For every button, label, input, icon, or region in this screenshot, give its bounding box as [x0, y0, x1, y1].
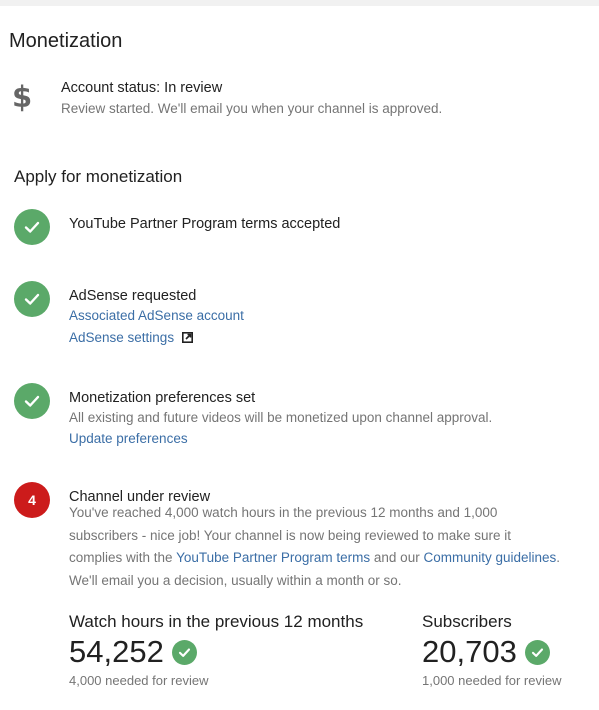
ypp-terms-link[interactable]: YouTube Partner Program terms [176, 550, 370, 565]
review-line: subscribers - nice job! Your channel is … [69, 527, 511, 543]
apply-section-title: Apply for monetization [14, 167, 183, 186]
watch-hours-label: Watch hours in the previous 12 months [69, 612, 364, 631]
subscribers-stat: Subscribers 20,703 1,000 needed for revi… [422, 612, 561, 688]
associated-adsense-account-link[interactable]: Associated AdSense account [69, 308, 244, 323]
review-description: You've reached 4,000 watch hours in the … [69, 502, 595, 592]
watch-hours-stat: Watch hours in the previous 12 months 54… [69, 612, 363, 688]
top-bar [0, 0, 599, 6]
review-line: complies with the YouTube Partner Progra… [69, 547, 595, 570]
check-icon [14, 209, 50, 245]
subscribers-value: 20,703 [422, 634, 517, 669]
check-icon [14, 383, 50, 419]
step-title: Monetization preferences set [69, 390, 256, 406]
account-status-subtitle: Review started. We'll email you when you… [61, 101, 443, 116]
community-guidelines-link[interactable]: Community guidelines [423, 550, 556, 565]
check-icon [524, 639, 550, 665]
review-text: . [556, 550, 561, 565]
review-text: complies with the [69, 550, 177, 565]
review-line: You've reached 4,000 watch hours in the … [69, 505, 498, 520]
external-link-icon[interactable] [181, 331, 193, 346]
account-status-title: Account status: In review [61, 80, 223, 96]
step-number-badge: 4 [14, 482, 50, 518]
check-icon [14, 281, 50, 317]
page-title: Monetization [9, 30, 123, 52]
watch-hours-requirement: 4,000 needed for review [69, 673, 209, 688]
dollar-icon: $ [12, 80, 33, 114]
step-title: AdSense requested [69, 288, 197, 304]
watch-hours-value: 54,252 [69, 634, 164, 669]
review-text: and our [370, 550, 424, 565]
adsense-settings-link[interactable]: AdSense settings [69, 330, 174, 345]
adsense-settings-row: AdSense settings [69, 330, 193, 346]
step-description: All existing and future videos will be m… [69, 410, 493, 425]
subscribers-label: Subscribers [422, 612, 512, 631]
review-line: We'll email you a decision, usually with… [69, 572, 402, 588]
subscribers-requirement: 1,000 needed for review [422, 673, 562, 688]
step-title: YouTube Partner Program terms accepted [69, 216, 341, 232]
update-preferences-link[interactable]: Update preferences [69, 431, 188, 446]
check-icon [171, 639, 197, 665]
